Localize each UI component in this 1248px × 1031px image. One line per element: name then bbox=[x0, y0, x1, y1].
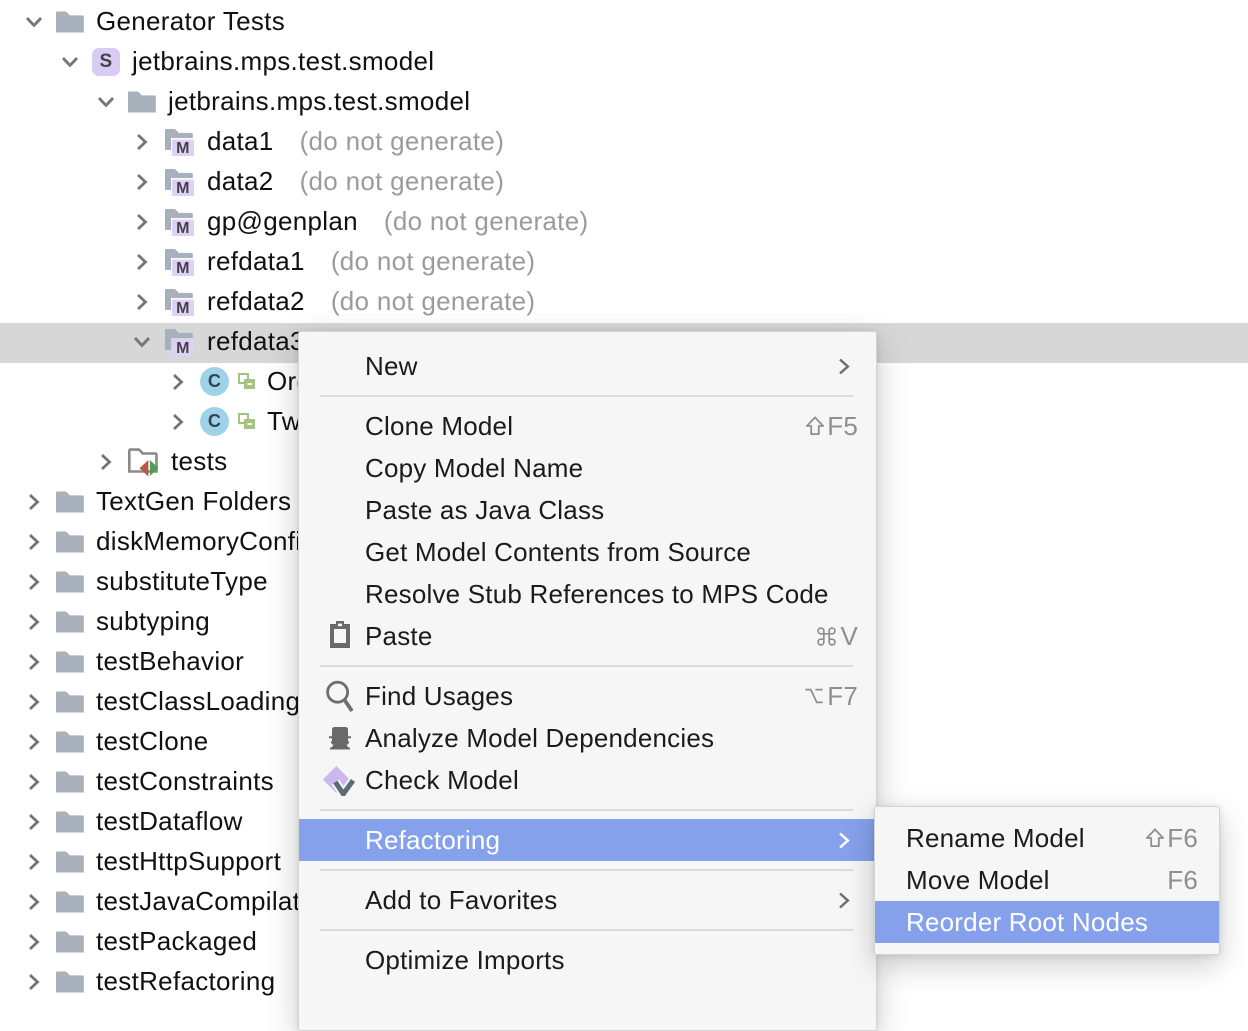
svg-text:M: M bbox=[176, 140, 190, 157]
svg-text:M: M bbox=[176, 340, 190, 357]
svg-text:M: M bbox=[176, 180, 190, 197]
svg-text:M: M bbox=[176, 300, 190, 317]
svg-text:M: M bbox=[176, 220, 190, 237]
svg-text:M: M bbox=[176, 260, 190, 277]
